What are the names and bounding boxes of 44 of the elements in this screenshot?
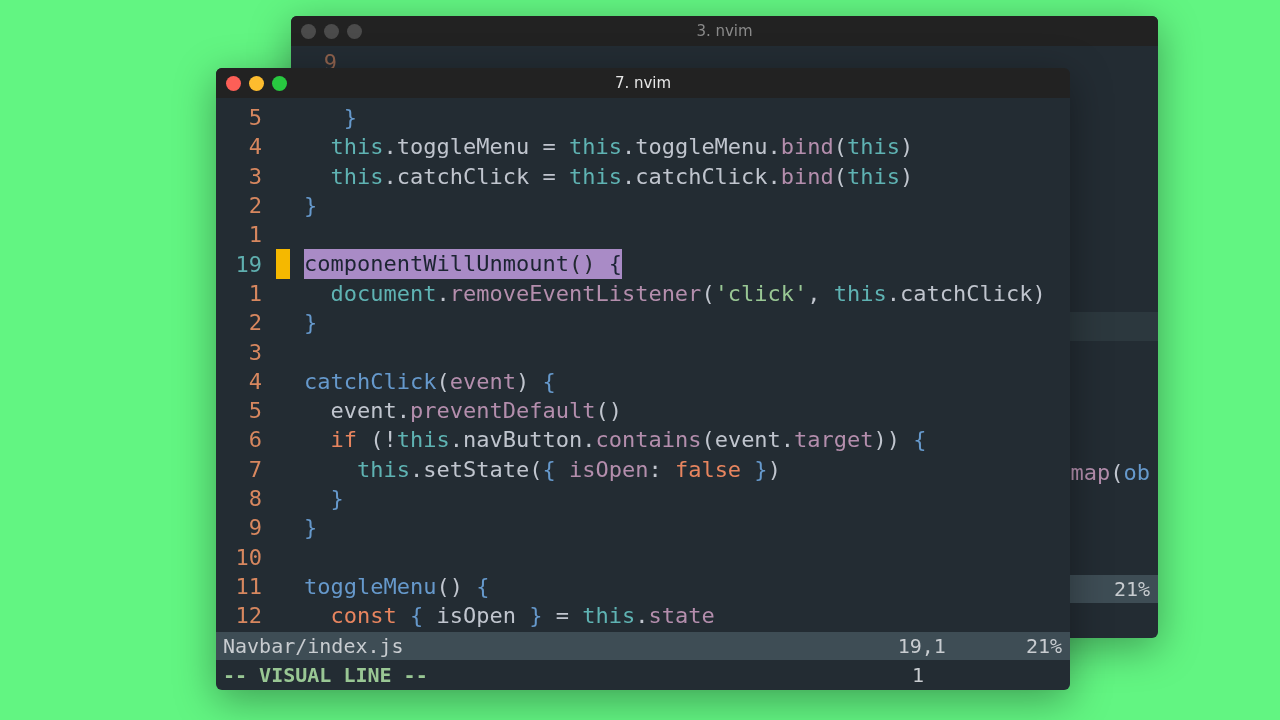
code-line: this.setState({ isOpen: false })	[355, 455, 781, 484]
code-line: }	[329, 484, 344, 513]
line-number: 19	[234, 251, 262, 277]
line-number: 2	[247, 310, 262, 336]
percent-label: 21%	[1025, 634, 1062, 658]
code-line: const { isOpen } = this.state	[329, 602, 715, 631]
close-button[interactable]	[226, 75, 241, 91]
line-number: 5	[247, 105, 262, 131]
line-number: 1	[247, 280, 262, 306]
line-number: 5	[247, 398, 262, 424]
line-number: 4	[247, 134, 262, 160]
minimize-button[interactable]	[249, 75, 264, 91]
code-line: }	[304, 191, 318, 220]
code-line: }	[304, 309, 318, 338]
window-title: 3. nvim	[696, 22, 753, 40]
line-number: 8	[247, 486, 262, 511]
code-line: this.toggleMenu = this.toggleMenu.bind(this)	[329, 133, 914, 162]
cursor-position: 19,1	[897, 634, 946, 658]
line-number: 6	[247, 427, 262, 453]
code-line: if (!this.navButton.contains(event.target)) {	[329, 426, 927, 455]
line-number: 2	[247, 193, 262, 219]
code-line: this.catchClick = this.catchClick.bind(this)	[329, 162, 914, 191]
file-name: Navbar/index.js	[223, 634, 404, 658]
line-number: 3	[247, 163, 262, 189]
code-line: }	[342, 104, 357, 132]
line-number: 3	[247, 339, 262, 365]
zoom-button[interactable]	[272, 75, 287, 91]
line-number: 4	[247, 368, 262, 394]
window-title: 7. nvim	[614, 74, 672, 92]
code-line: toggleMenu() {	[304, 572, 490, 601]
code-line: event.preventDefault()	[329, 396, 622, 425]
code-line: }	[304, 514, 318, 543]
selection-count: 1	[911, 663, 924, 687]
line-number: 1	[247, 222, 262, 248]
code-line: catchClick(event) {	[304, 367, 556, 396]
code-line: map(ob	[1070, 460, 1150, 486]
line-number: 10	[234, 544, 262, 570]
mode-indicator: -- VISUAL LINE --	[223, 663, 428, 687]
line-number: 11	[234, 573, 262, 599]
code-line: document.removeEventListener('click', this.catchClick)	[329, 279, 1046, 308]
line-number: 9	[247, 515, 262, 541]
percent-label: 21%	[1113, 577, 1150, 602]
line-number: 12	[234, 603, 262, 629]
line-number: 7	[247, 456, 262, 482]
